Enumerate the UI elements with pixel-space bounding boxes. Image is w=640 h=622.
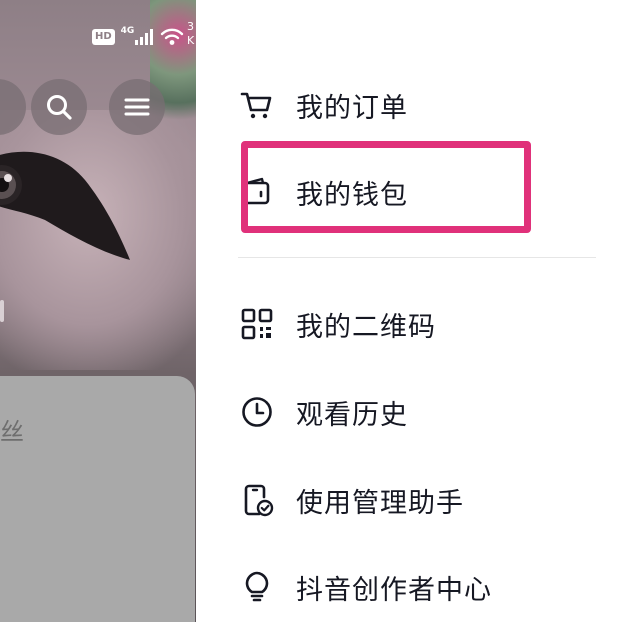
status-partial-text: 3 K <box>187 20 194 48</box>
background-card <box>0 376 195 622</box>
panda-eye-image <box>0 140 140 270</box>
menu-divider <box>238 257 596 258</box>
network-type: 4G <box>120 26 135 36</box>
menu-item-orders[interactable]: 我的订单 <box>240 81 600 129</box>
menu-icon <box>124 98 150 116</box>
status-partial-bottom: K <box>187 34 195 47</box>
menu-item-label: 我的钱包 <box>296 179 408 211</box>
menu-item-label: 我的订单 <box>296 92 408 124</box>
menu-item-label: 我的二维码 <box>296 311 436 343</box>
menu-item-history[interactable]: 观看历史 <box>240 388 600 436</box>
menu-item-label: 抖音创作者中心 <box>296 574 492 606</box>
status-bar: HD 4G <box>92 22 184 52</box>
wifi-icon <box>161 28 184 45</box>
cart-icon <box>240 88 274 122</box>
menu-item-creator-center[interactable]: 抖音创作者中心 <box>240 563 600 611</box>
menu-item-usage-assistant[interactable]: 使用管理助手 <box>240 476 600 524</box>
screen: 丝 HD 4G 3 K 我的订单 我的钱包 我的二维码 观看历史 使用管理助手 … <box>0 0 640 622</box>
menu-item-qr-code[interactable]: 我的二维码 <box>240 300 600 348</box>
background-card-text: 丝 <box>0 418 24 446</box>
background-mark <box>0 300 4 322</box>
side-drawer: 我的订单 我的钱包 我的二维码 观看历史 使用管理助手 抖音创作者中心 <box>196 0 640 622</box>
search-button[interactable] <box>31 79 87 135</box>
hd-badge: HD <box>92 29 115 45</box>
menu-item-label: 使用管理助手 <box>296 487 464 519</box>
menu-item-wallet[interactable]: 我的钱包 <box>240 168 600 216</box>
phone-check-icon <box>240 483 274 517</box>
wallet-icon <box>240 175 274 209</box>
signal-icon <box>135 29 154 45</box>
qr-code-icon <box>240 307 274 341</box>
search-icon <box>47 95 72 120</box>
lightbulb-icon <box>240 570 274 604</box>
menu-item-label: 观看历史 <box>296 399 408 431</box>
clock-icon <box>240 395 274 429</box>
status-partial-top: 3 <box>187 20 194 33</box>
background-profile-page[interactable]: 丝 <box>0 0 196 622</box>
menu-button[interactable] <box>109 79 165 135</box>
